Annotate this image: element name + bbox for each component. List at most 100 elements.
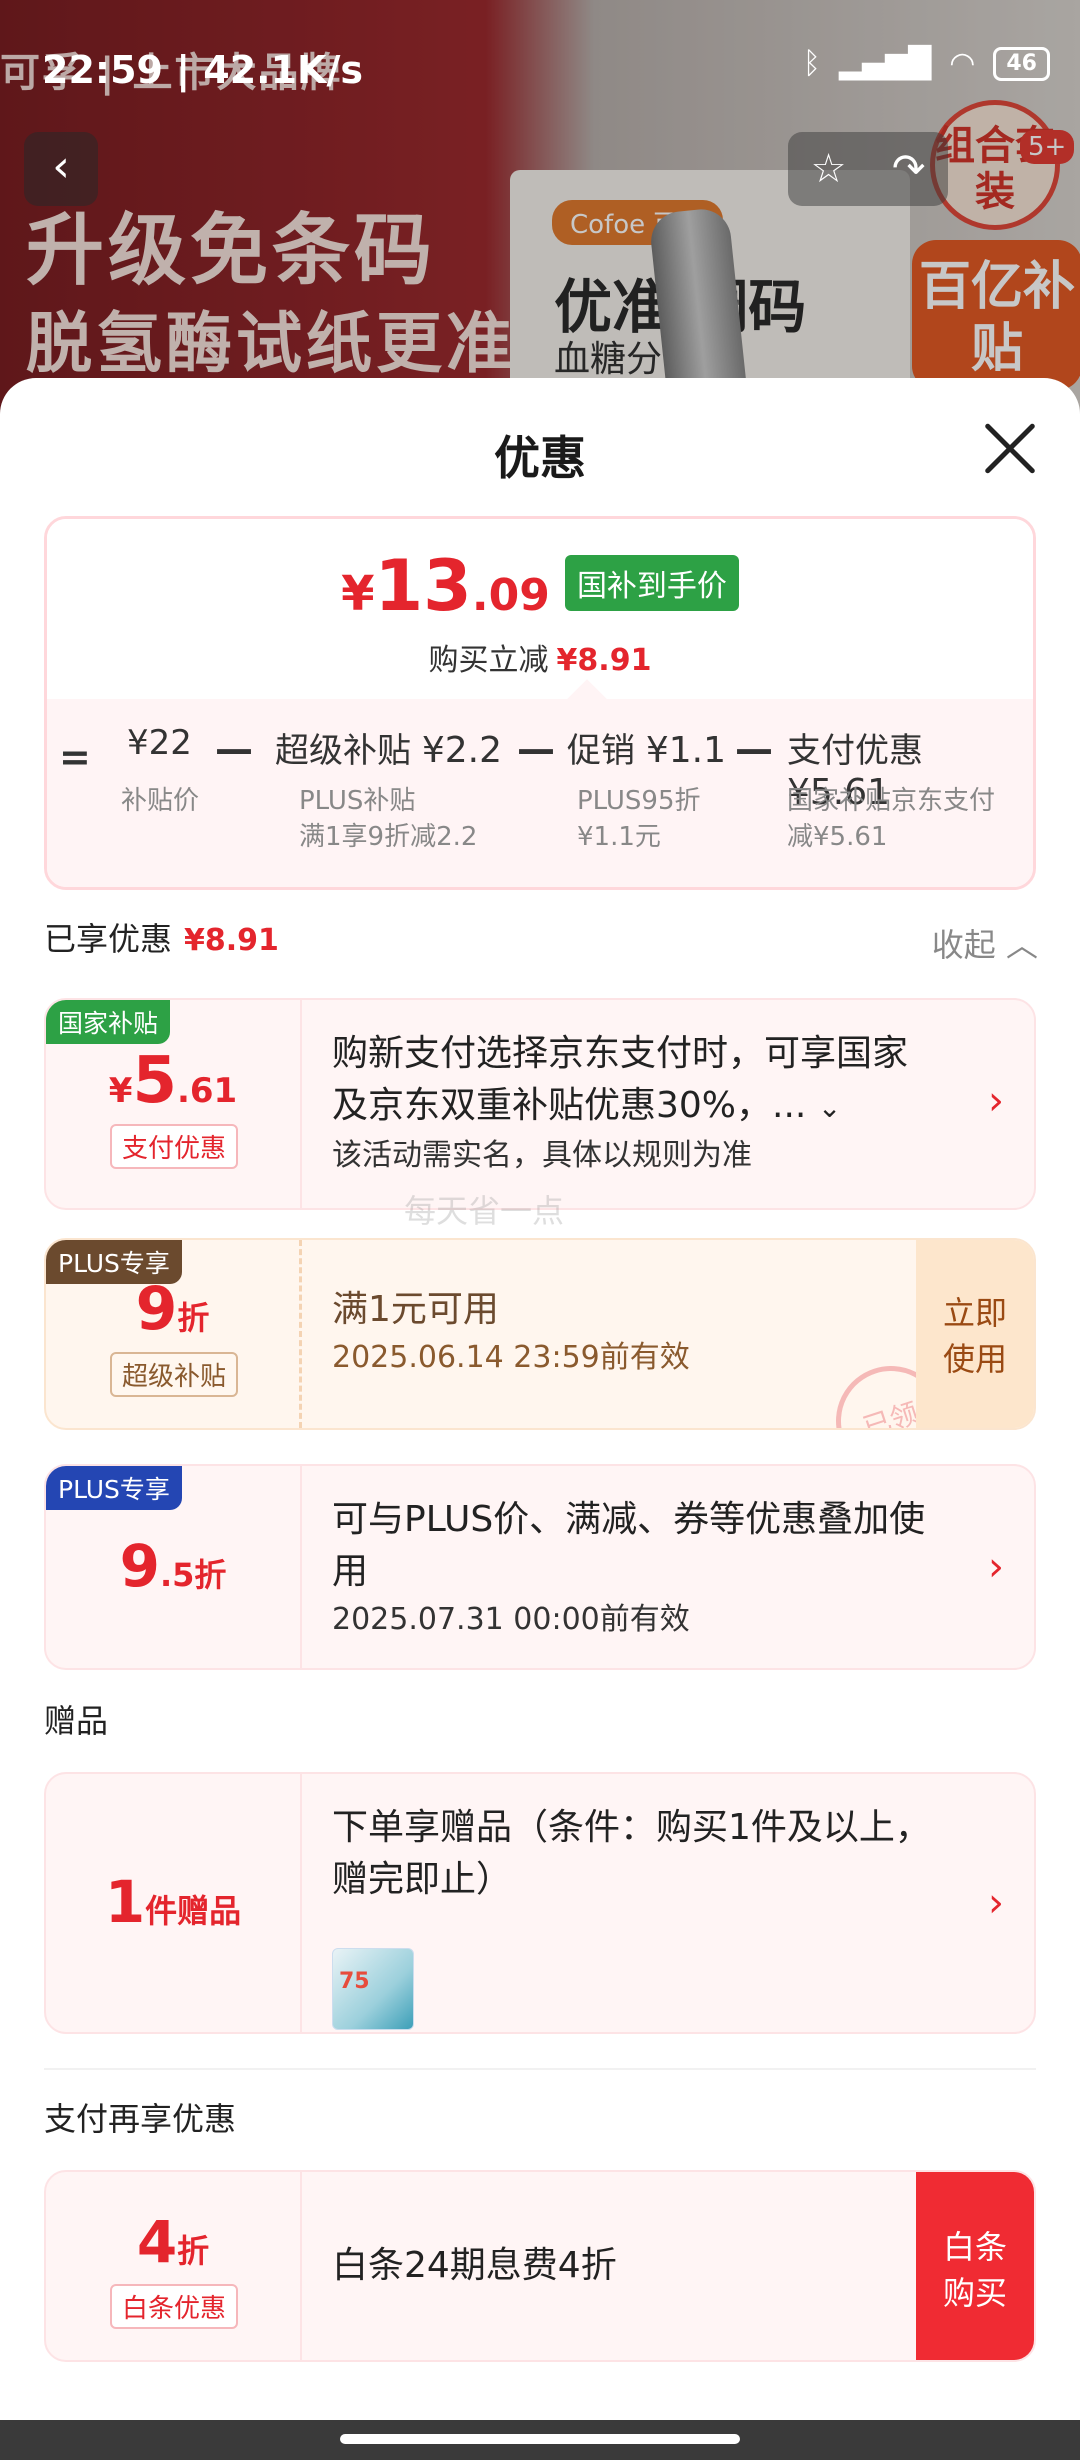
gift-count-number: 1 <box>104 1868 146 1936</box>
coupon-national-subsidy[interactable]: 国家补贴 ¥5.61 支付优惠 购新支付选择京东支付时，可享国家 及京东双重补贴… <box>44 998 1036 1210</box>
coupon-int: 5 <box>132 1044 177 1118</box>
super-subsidy-sub1: PLUS补贴 <box>299 786 416 816</box>
coupon-int: 9 <box>135 1274 178 1344</box>
super-subsidy-label: 超级补贴 <box>275 731 411 771</box>
battery-icon: 46 <box>993 46 1050 81</box>
baitiao-left: 4折 白条优惠 <box>46 2172 302 2360</box>
coupon-unit: 折 <box>194 1556 227 1594</box>
baitiao-title: 白条24期息费4折 <box>332 2245 617 2286</box>
baitiao-int: 4 <box>136 2208 178 2276</box>
collapse-label: 收起 <box>931 926 996 964</box>
coupon-body: 满1元可用 2025.06.14 23:59前有效 <box>332 1284 894 1380</box>
gesture-bar <box>0 2420 1080 2460</box>
coupon-title: 满1元可用 <box>332 1289 499 1330</box>
coupon-body: 可与PLUS价、满减、券等优惠叠加使 用 2025.07.31 00:00前有效 <box>332 1494 954 1642</box>
chevron-right-icon[interactable]: › <box>988 1880 1004 1926</box>
gift-thumb-text: 75 <box>339 1969 370 1994</box>
coupon-desc: 该活动需实名，具体以规则为准 <box>332 1138 752 1173</box>
baitiao-unit: 折 <box>177 2232 210 2270</box>
coupon-left: 国家补贴 ¥5.61 支付优惠 <box>46 1000 302 1208</box>
section-divider <box>44 2068 1036 2070</box>
coupon-dec: .5 <box>159 1556 195 1594</box>
final-price-dec: .09 <box>471 570 550 621</box>
baitiao-buy-button[interactable]: 白条 购买 <box>916 2172 1034 2360</box>
coupon-corner-tag: 国家补贴 <box>46 1000 171 1044</box>
minus-sign: — <box>735 727 773 771</box>
close-icon[interactable] <box>982 420 1038 476</box>
coupon-pill: 支付优惠 <box>110 1124 239 1169</box>
coupon-amount: 9折 <box>46 1274 299 1344</box>
coupon-plus-95[interactable]: PLUS专享 9.5折 可与PLUS价、满减、券等优惠叠加使 用 2025.07… <box>44 1464 1036 1670</box>
baitiao-body: 白条24期息费4折 <box>332 2240 894 2292</box>
home-indicator[interactable] <box>340 2434 740 2444</box>
coupon-amount: 9.5折 <box>46 1532 300 1600</box>
status-bar: 22:59 | 42.1K/s ᛒ ▂▄▆█ ◠ 46 <box>0 0 1080 130</box>
promo-sub2: ¥1.1元 <box>577 822 661 852</box>
final-price-int: 13 <box>374 545 472 627</box>
discount-sheet: 优惠 ¥13.09 国补到手价 购买立减 ¥8.91 = ¥22 补贴价 — 超级… <box>0 378 1080 2428</box>
baitiao-card[interactable]: 4折 白条优惠 白条24期息费4折 白条 购买 <box>44 2170 1036 2362</box>
pay-section-label: 支付再享优惠 <box>44 2100 237 2138</box>
pay-discount-sub1: 国家补贴京东支付 <box>787 786 996 816</box>
status-icons: ᛒ ▂▄▆█ ◠ 46 <box>803 46 1050 81</box>
coupon-amount: ¥5.61 <box>46 1044 300 1118</box>
coupon-left: PLUS专享 9折 超级补贴 <box>46 1240 302 1428</box>
gift-title-line1: 下单享赠品（条件：购买1件及以上， <box>332 1807 931 1848</box>
gift-body: 下单享赠品（条件：购买1件及以上， 赠完即止） 75 <box>332 1802 954 2032</box>
collapse-button[interactable]: 收起 ︿ <box>932 920 1038 966</box>
subsidy-price-label: 补贴价 <box>121 786 200 816</box>
chevron-down-icon[interactable]: ⌄ <box>818 1091 841 1124</box>
signal-icon: ▂▄▆█ <box>838 46 932 81</box>
price-breakdown: = ¥22 补贴价 — 超级补贴 ¥2.2 PLUS补贴 满1享9折减2.2 —… <box>47 699 1033 887</box>
gift-count-unit: 件赠品 <box>145 1892 242 1930</box>
gift-card[interactable]: 1件赠品 下单享赠品（条件：购买1件及以上， 赠完即止） 75 › <box>44 1772 1036 2034</box>
coupon-title-line2: 及京东双重补贴优惠30%，... ⌄ <box>332 1080 954 1134</box>
minus-sign: — <box>215 727 253 771</box>
coupon-title-line1: 购新支付选择京东支付时，可享国家 <box>332 1033 909 1074</box>
use-now-label-1: 立即 <box>942 1294 1007 1332</box>
gift-section-label: 赠品 <box>44 1702 109 1740</box>
super-subsidy-sub2: 满1享9折减2.2 <box>299 822 478 852</box>
top-actions: ☆ ↷ <box>788 132 948 206</box>
equals-sign: = <box>59 735 91 779</box>
super-subsidy-value: ¥2.2 <box>421 730 502 771</box>
coupon-body: 购新支付选择京东支付时，可享国家 及京东双重补贴优惠30%，... ⌄ 该活动需… <box>332 1028 954 1178</box>
subsidy-price-tag: 国补到手价 <box>564 555 739 611</box>
promo-sub1: PLUS95折 <box>577 786 701 816</box>
status-time: 22:59 | 42.1K/s <box>42 48 363 92</box>
gift-count: 1件赠品 <box>46 1868 300 1936</box>
coupon-dec: .61 <box>176 1071 238 1111</box>
coupon-title-line2-text: 及京东双重补贴优惠30%，... <box>332 1085 807 1126</box>
sheet-title: 优惠 <box>494 431 586 485</box>
back-button[interactable]: ‹ <box>24 132 98 206</box>
watermark: 每天省一点 <box>404 1192 565 1230</box>
baitiao-buy-label-2: 购买 <box>942 2274 1007 2312</box>
chevron-up-icon: ︿ <box>1005 926 1038 964</box>
minus-sign: — <box>517 727 555 771</box>
gift-title-line2: 赠完即止） <box>332 1859 513 1900</box>
gift-thumbnail[interactable]: 75 <box>332 1948 414 2030</box>
pay-discount-sub2: 减¥5.61 <box>787 822 888 852</box>
share-icon[interactable]: ↷ <box>892 146 926 192</box>
coupon-pill: 超级补贴 <box>110 1352 239 1397</box>
coupon-corner-tag: PLUS专享 <box>46 1466 182 1510</box>
chevron-right-icon[interactable]: › <box>988 1544 1004 1590</box>
final-price: ¥13.09 国补到手价 <box>47 545 1033 627</box>
promo-value: ¥1.1 <box>645 730 726 771</box>
enjoyed-label: 已享优惠 <box>44 920 173 958</box>
star-icon[interactable]: ☆ <box>811 146 847 192</box>
use-now-button[interactable]: 立即 使用 <box>916 1240 1034 1428</box>
coupon-desc: 2025.06.14 23:59前有效 <box>332 1340 690 1375</box>
final-price-currency: ¥ <box>341 566 375 622</box>
chevron-right-icon[interactable]: › <box>988 1078 1004 1124</box>
coupon-currency: ¥ <box>108 1071 133 1111</box>
coupon-plus-super-subsidy[interactable]: PLUS专享 9折 超级补贴 满1元可用 2025.06.14 23:59前有效… <box>44 1238 1036 1430</box>
reduce-value: ¥8.91 <box>556 643 652 678</box>
gift-left: 1件赠品 <box>46 1774 302 2032</box>
baitiao-pill: 白条优惠 <box>110 2284 239 2329</box>
coupon-title-line1: 可与PLUS价、满减、券等优惠叠加使 <box>332 1499 926 1540</box>
coupon-unit: 折 <box>177 1299 210 1337</box>
enjoyed-discount: 已享优惠 ¥8.91 <box>44 914 279 960</box>
coupon-int: 9 <box>119 1532 160 1600</box>
enjoyed-value: ¥8.91 <box>184 923 279 958</box>
